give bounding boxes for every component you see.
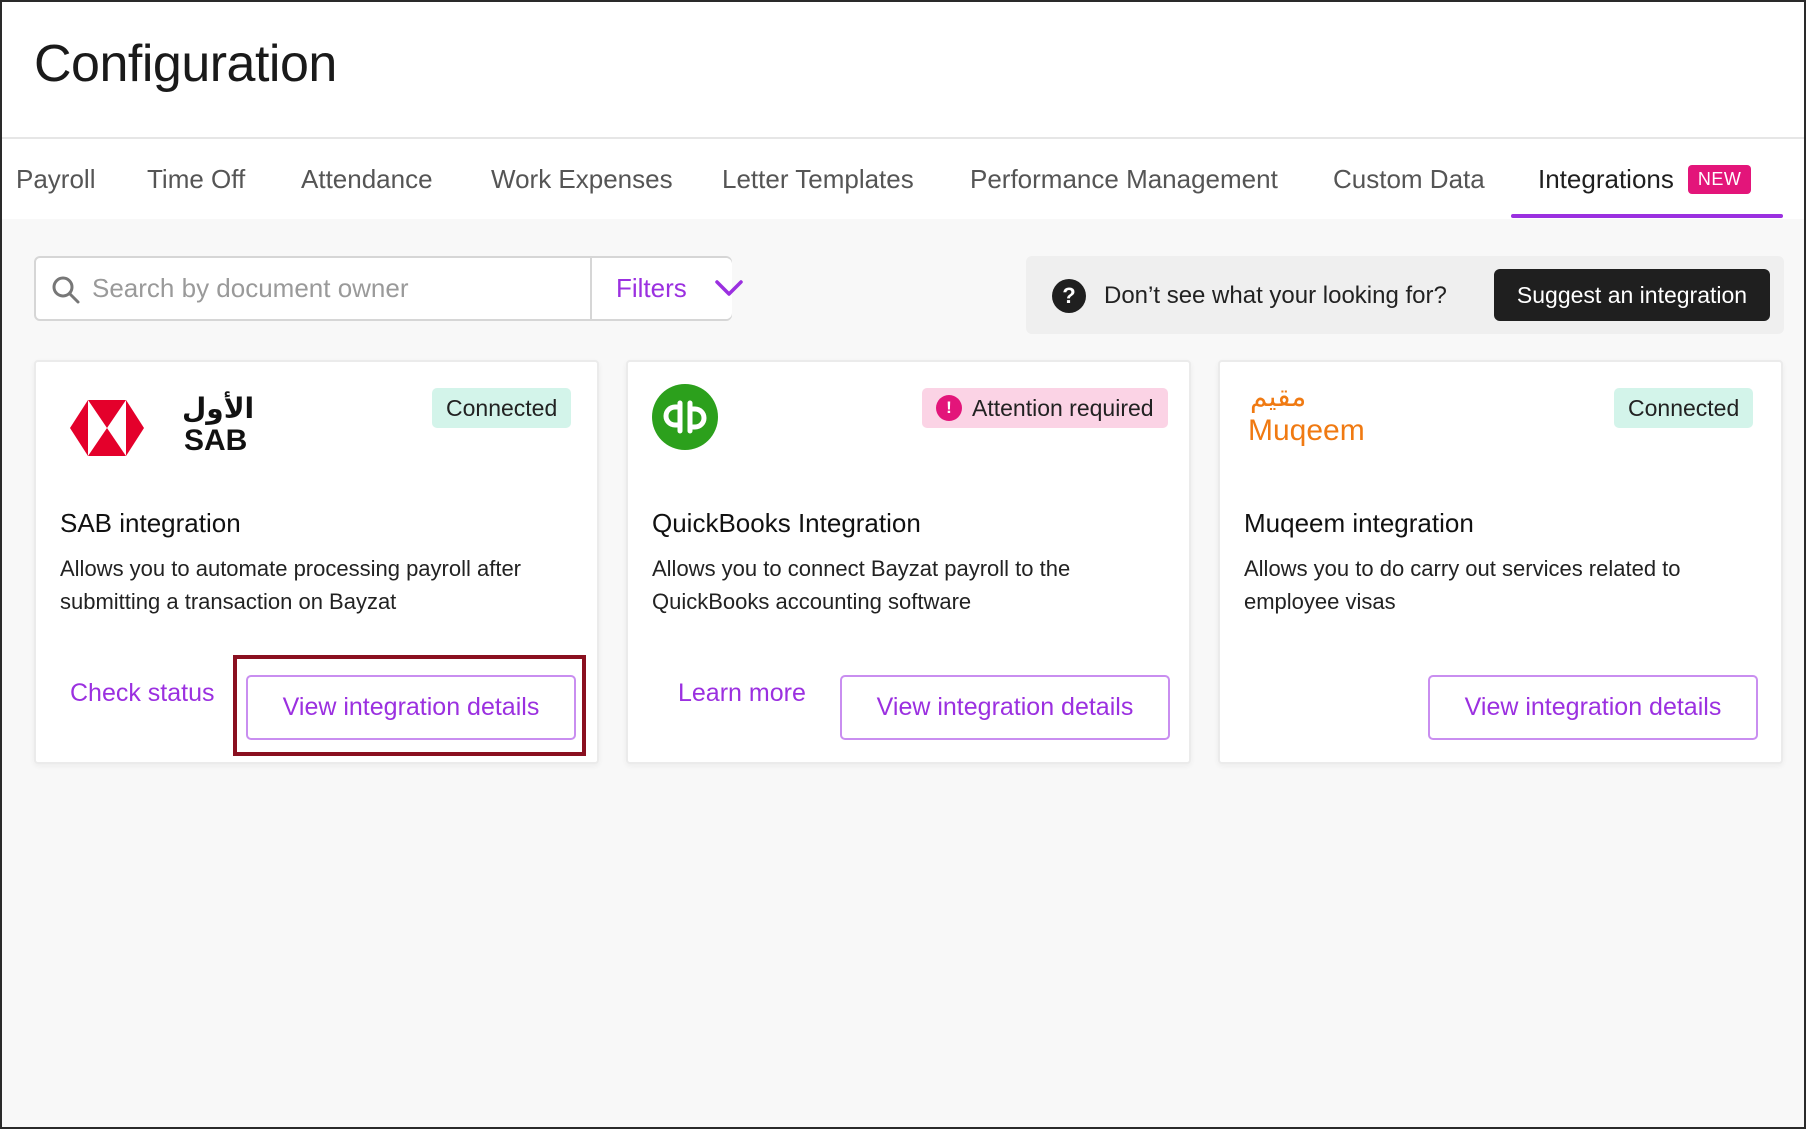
tab-work-expenses[interactable]: Work Expenses [491,139,673,219]
card-title: QuickBooks Integration [652,508,921,538]
status-badge: Connected [432,388,572,428]
status-badge: Connected [1614,388,1754,428]
learn-more-link[interactable]: Learn more [678,662,806,724]
status-badge-label: Attention required [972,394,1154,421]
view-integration-details-button[interactable]: View integration details [840,675,1170,740]
page-title: Configuration [34,35,337,93]
muqeem-logo-arabic: مقيم [1250,380,1307,413]
card-title: SAB integration [60,508,241,538]
sab-hexagon-icon [70,400,144,456]
tab-performance-management[interactable]: Performance Management [970,139,1278,219]
sab-logo-latin: SAB [184,424,248,457]
search-icon [52,276,80,304]
view-integration-details-button[interactable]: View integration details [1428,675,1758,740]
tab-integrations-label: Integrations [1538,163,1674,194]
muqeem-logo: مقيم Muqeem [1248,380,1388,452]
tab-time-off[interactable]: Time Off [147,139,245,219]
filters-label: Filters [616,273,687,303]
view-integration-details-button[interactable]: View integration details [246,675,576,740]
filters-button[interactable]: Filters [590,258,743,319]
integration-card-quickbooks: ! Attention required QuickBooks Integrat… [626,360,1191,764]
check-status-link[interactable]: Check status [70,662,215,724]
alert-icon: ! [936,395,962,421]
config-tabs: Payroll Time Off Attendance Work Expense… [0,139,1806,219]
tab-integrations[interactable]: Integrations NEW [1538,139,1752,219]
quickbooks-logo [652,384,718,450]
search-input[interactable] [92,258,586,319]
search-bar: Filters [34,256,743,321]
suggest-help-text: Don’t see what your looking for? [1104,282,1447,309]
quickbooks-icon [652,384,718,450]
sab-logo: الأول SAB [70,392,254,458]
suggest-panel: ? Don’t see what your looking for? Sugge… [1026,256,1784,334]
muqeem-logo-latin: Muqeem [1248,414,1365,447]
new-badge: NEW [1687,164,1752,194]
tab-payroll[interactable]: Payroll [16,139,95,219]
tab-custom-data[interactable]: Custom Data [1333,139,1485,219]
card-description: Allows you to automate processing payrol… [60,556,522,614]
card-description: Allows you to connect Bayzat payroll to … [652,556,1071,614]
active-tab-indicator [1511,214,1783,218]
card-description: Allows you to do carry out services rela… [1244,556,1681,614]
status-badge: ! Attention required [922,388,1168,428]
tab-attendance[interactable]: Attendance [301,139,433,219]
tab-letter-templates[interactable]: Letter Templates [722,139,914,219]
sab-logo-arabic: الأول [182,392,255,425]
help-icon: ? [1052,279,1086,313]
integration-card-sab: الأول SAB Connected SAB integration Allo… [34,360,599,764]
integration-card-muqeem: مقيم Muqeem Connected Muqeem integration… [1218,360,1783,764]
page-header: Configuration [0,0,1806,139]
chevron-down-icon [715,280,743,296]
card-title: Muqeem integration [1244,508,1474,538]
suggest-integration-button[interactable]: Suggest an integration [1494,269,1770,321]
